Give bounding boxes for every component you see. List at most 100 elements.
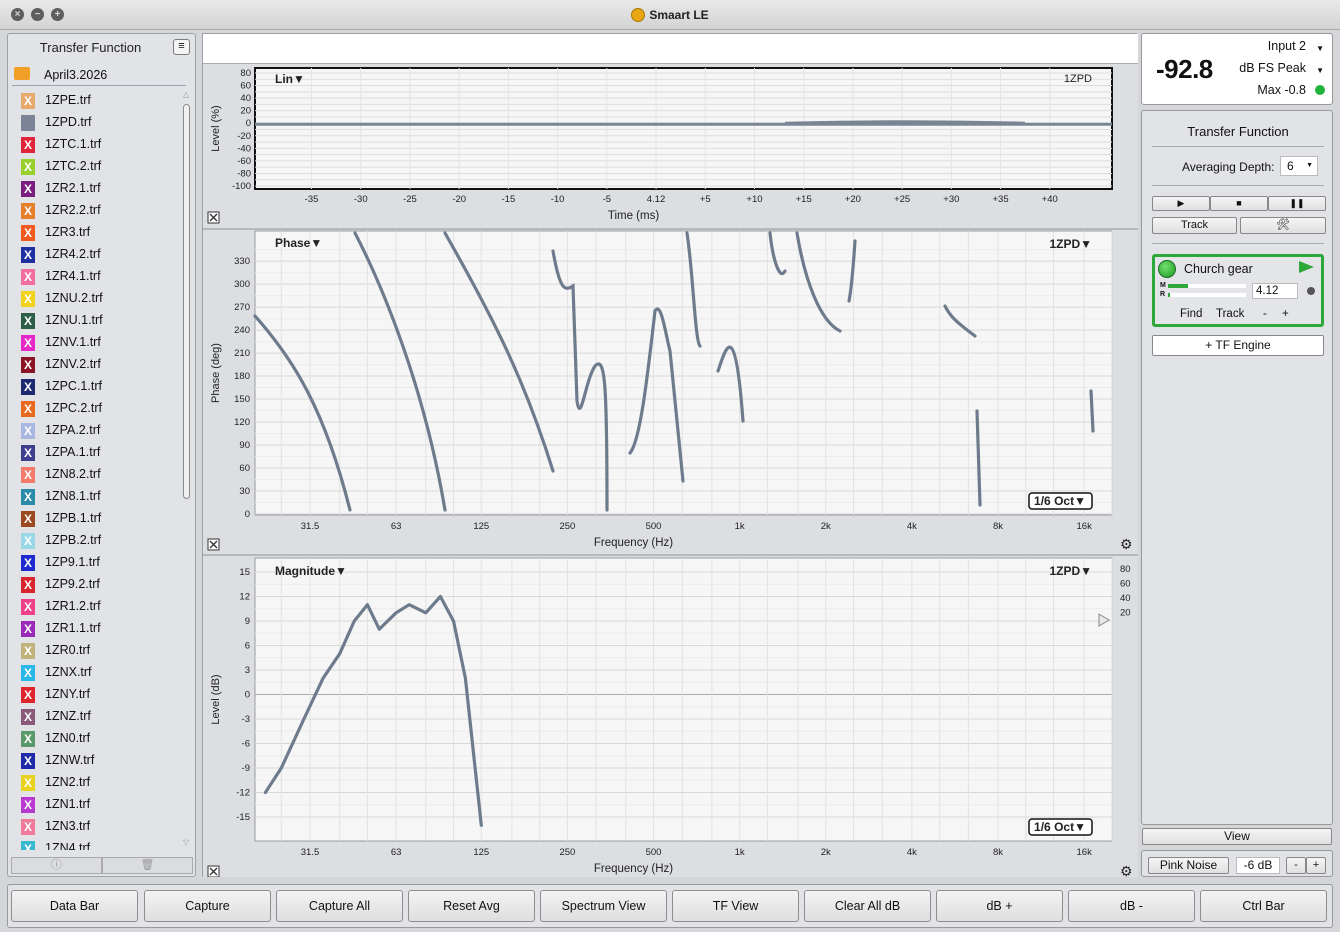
file-icon[interactable]: X xyxy=(21,731,35,747)
file-icon[interactable]: X xyxy=(21,533,35,549)
file-icon[interactable]: X xyxy=(21,709,35,725)
file-item[interactable]: X 1ZR4.2.trf xyxy=(18,244,183,266)
graphs-svg[interactable]: 806040200-20-40-60-80-100-35 -30 -25 -20 -15… xyxy=(203,64,1138,877)
engine-status-icon[interactable] xyxy=(1158,260,1176,278)
file-icon[interactable] xyxy=(21,115,35,131)
trash-button[interactable]: 🗑 xyxy=(102,857,193,874)
file-icon[interactable]: X xyxy=(21,159,35,175)
file-icon[interactable]: X xyxy=(21,401,35,417)
file-item[interactable]: X 1ZR1.1.trf xyxy=(18,618,183,640)
file-icon[interactable]: X xyxy=(21,137,35,153)
file-icon[interactable]: X xyxy=(21,291,35,307)
file-icon[interactable]: X xyxy=(21,335,35,351)
add-tf-engine-button[interactable]: + TF Engine xyxy=(1152,335,1324,356)
track-button[interactable]: Track xyxy=(1152,217,1237,234)
file-icon[interactable]: X xyxy=(21,599,35,615)
file-icon[interactable]: X xyxy=(21,621,35,637)
find-button[interactable]: Find xyxy=(1180,308,1202,320)
file-item[interactable]: X 1ZN8.2.trf xyxy=(18,464,183,486)
command-button-spectrum-view[interactable]: Spectrum View xyxy=(540,890,667,922)
file-item[interactable]: X 1ZNU.1.trf xyxy=(18,310,183,332)
command-button-data-bar[interactable]: Data Bar xyxy=(11,890,138,922)
file-item[interactable]: X 1ZNV.2.trf xyxy=(18,354,183,376)
file-icon[interactable]: X xyxy=(21,379,35,395)
command-button-capture-all[interactable]: Capture All xyxy=(276,890,403,922)
file-icon[interactable]: X xyxy=(21,687,35,703)
units-select[interactable]: dB FS Peak xyxy=(1239,61,1306,75)
file-item[interactable]: X 1ZPA.1.trf xyxy=(18,442,183,464)
folder-row[interactable]: April3.2026 xyxy=(12,64,186,86)
file-item[interactable]: X 1ZR3.trf xyxy=(18,222,183,244)
command-button-capture[interactable]: Capture xyxy=(144,890,271,922)
file-icon[interactable]: X xyxy=(21,665,35,681)
file-icon[interactable]: X xyxy=(21,313,35,329)
file-icon[interactable]: X xyxy=(21,819,35,835)
file-icon[interactable]: X xyxy=(21,841,35,850)
file-item[interactable]: X 1ZN4.trf xyxy=(18,838,183,850)
file-item[interactable]: X 1ZNX.trf xyxy=(18,662,183,684)
file-icon[interactable]: X xyxy=(21,511,35,527)
file-icon[interactable]: X xyxy=(21,93,35,109)
scroll-down-icon[interactable]: ▽ xyxy=(183,838,189,847)
file-icon[interactable]: X xyxy=(21,643,35,659)
file-item[interactable]: X 1ZPE.trf xyxy=(18,90,183,112)
file-icon[interactable]: X xyxy=(21,247,35,263)
file-item[interactable]: X 1ZR0.trf xyxy=(18,640,183,662)
file-icon[interactable]: X xyxy=(21,357,35,373)
file-icon[interactable]: X xyxy=(21,555,35,571)
file-item[interactable]: X 1ZPB.1.trf xyxy=(18,508,183,530)
level-plus-button[interactable]: + xyxy=(1306,857,1326,874)
scrollbar-thumb[interactable] xyxy=(183,104,190,499)
delay-field[interactable]: 4.12 xyxy=(1252,283,1298,299)
file-item[interactable]: X 1ZPB.2.trf xyxy=(18,530,183,552)
view-button[interactable]: View xyxy=(1142,828,1332,845)
file-icon[interactable]: X xyxy=(21,753,35,769)
file-item[interactable]: X 1ZN3.trf xyxy=(18,816,183,838)
file-item[interactable]: X 1ZNW.trf xyxy=(18,750,183,772)
pink-noise-button[interactable]: Pink Noise xyxy=(1148,857,1229,874)
file-item[interactable]: X 1ZPA.2.trf xyxy=(18,420,183,442)
input-select[interactable]: Input 2 xyxy=(1268,39,1306,53)
file-item[interactable]: X 1ZNZ.trf xyxy=(18,706,183,728)
input-chevron-down-icon[interactable]: ▼ xyxy=(1316,44,1324,53)
delay-plus-button[interactable]: + xyxy=(1282,308,1289,320)
file-item[interactable]: X 1ZNU.2.trf xyxy=(18,288,183,310)
file-panel-menu-button[interactable]: ≡ xyxy=(173,39,190,55)
file-list-scrollbar[interactable]: △ ▽ xyxy=(182,90,192,850)
command-button-tf-view[interactable]: TF View xyxy=(672,890,799,922)
level-minus-button[interactable]: - xyxy=(1286,857,1306,874)
file-icon[interactable]: X xyxy=(21,269,35,285)
command-button-ctrl-bar[interactable]: Ctrl Bar xyxy=(1200,890,1327,922)
command-button-clear-all-db[interactable]: Clear All dB xyxy=(804,890,931,922)
pause-button[interactable]: ❚❚ xyxy=(1268,196,1326,211)
file-item[interactable]: X 1ZTC.1.trf xyxy=(18,134,183,156)
file-item[interactable]: X 1ZPC.2.trf xyxy=(18,398,183,420)
file-icon[interactable]: X xyxy=(21,489,35,505)
file-icon[interactable]: X xyxy=(21,423,35,439)
file-icon[interactable]: X xyxy=(21,467,35,483)
command-button-db[interactable]: dB + xyxy=(936,890,1063,922)
file-item[interactable]: X 1ZTC.2.trf xyxy=(18,156,183,178)
tf-engine-church-gear[interactable]: Church gear M R 4.12 Find Track - + xyxy=(1152,254,1324,327)
units-chevron-down-icon[interactable]: ▼ xyxy=(1316,66,1324,75)
track-engine-button[interactable]: Track xyxy=(1216,308,1244,320)
play-button[interactable]: ▶ xyxy=(1152,196,1210,211)
file-item[interactable]: X 1ZP9.2.trf xyxy=(18,574,183,596)
file-item[interactable]: 1ZPD.trf xyxy=(18,112,183,134)
scroll-up-icon[interactable]: △ xyxy=(183,90,189,99)
file-item[interactable]: X 1ZNY.trf xyxy=(18,684,183,706)
file-icon[interactable]: X xyxy=(21,225,35,241)
file-icon[interactable]: X xyxy=(21,577,35,593)
command-button-reset-avg[interactable]: Reset Avg xyxy=(408,890,535,922)
averaging-select[interactable]: 6 ▼ xyxy=(1280,156,1318,176)
file-item[interactable]: X 1ZR1.2.trf xyxy=(18,596,183,618)
pink-noise-level[interactable]: -6 dB xyxy=(1236,857,1280,874)
delay-minus-button[interactable]: - xyxy=(1263,308,1267,320)
tools-button[interactable]: 🛠 xyxy=(1240,217,1326,234)
stop-button[interactable]: ■ xyxy=(1210,196,1268,211)
file-item[interactable]: X 1ZN1.trf xyxy=(18,794,183,816)
file-icon[interactable]: X xyxy=(21,775,35,791)
file-icon[interactable]: X xyxy=(21,797,35,813)
file-item[interactable]: X 1ZN0.trf xyxy=(18,728,183,750)
file-icon[interactable]: X xyxy=(21,203,35,219)
